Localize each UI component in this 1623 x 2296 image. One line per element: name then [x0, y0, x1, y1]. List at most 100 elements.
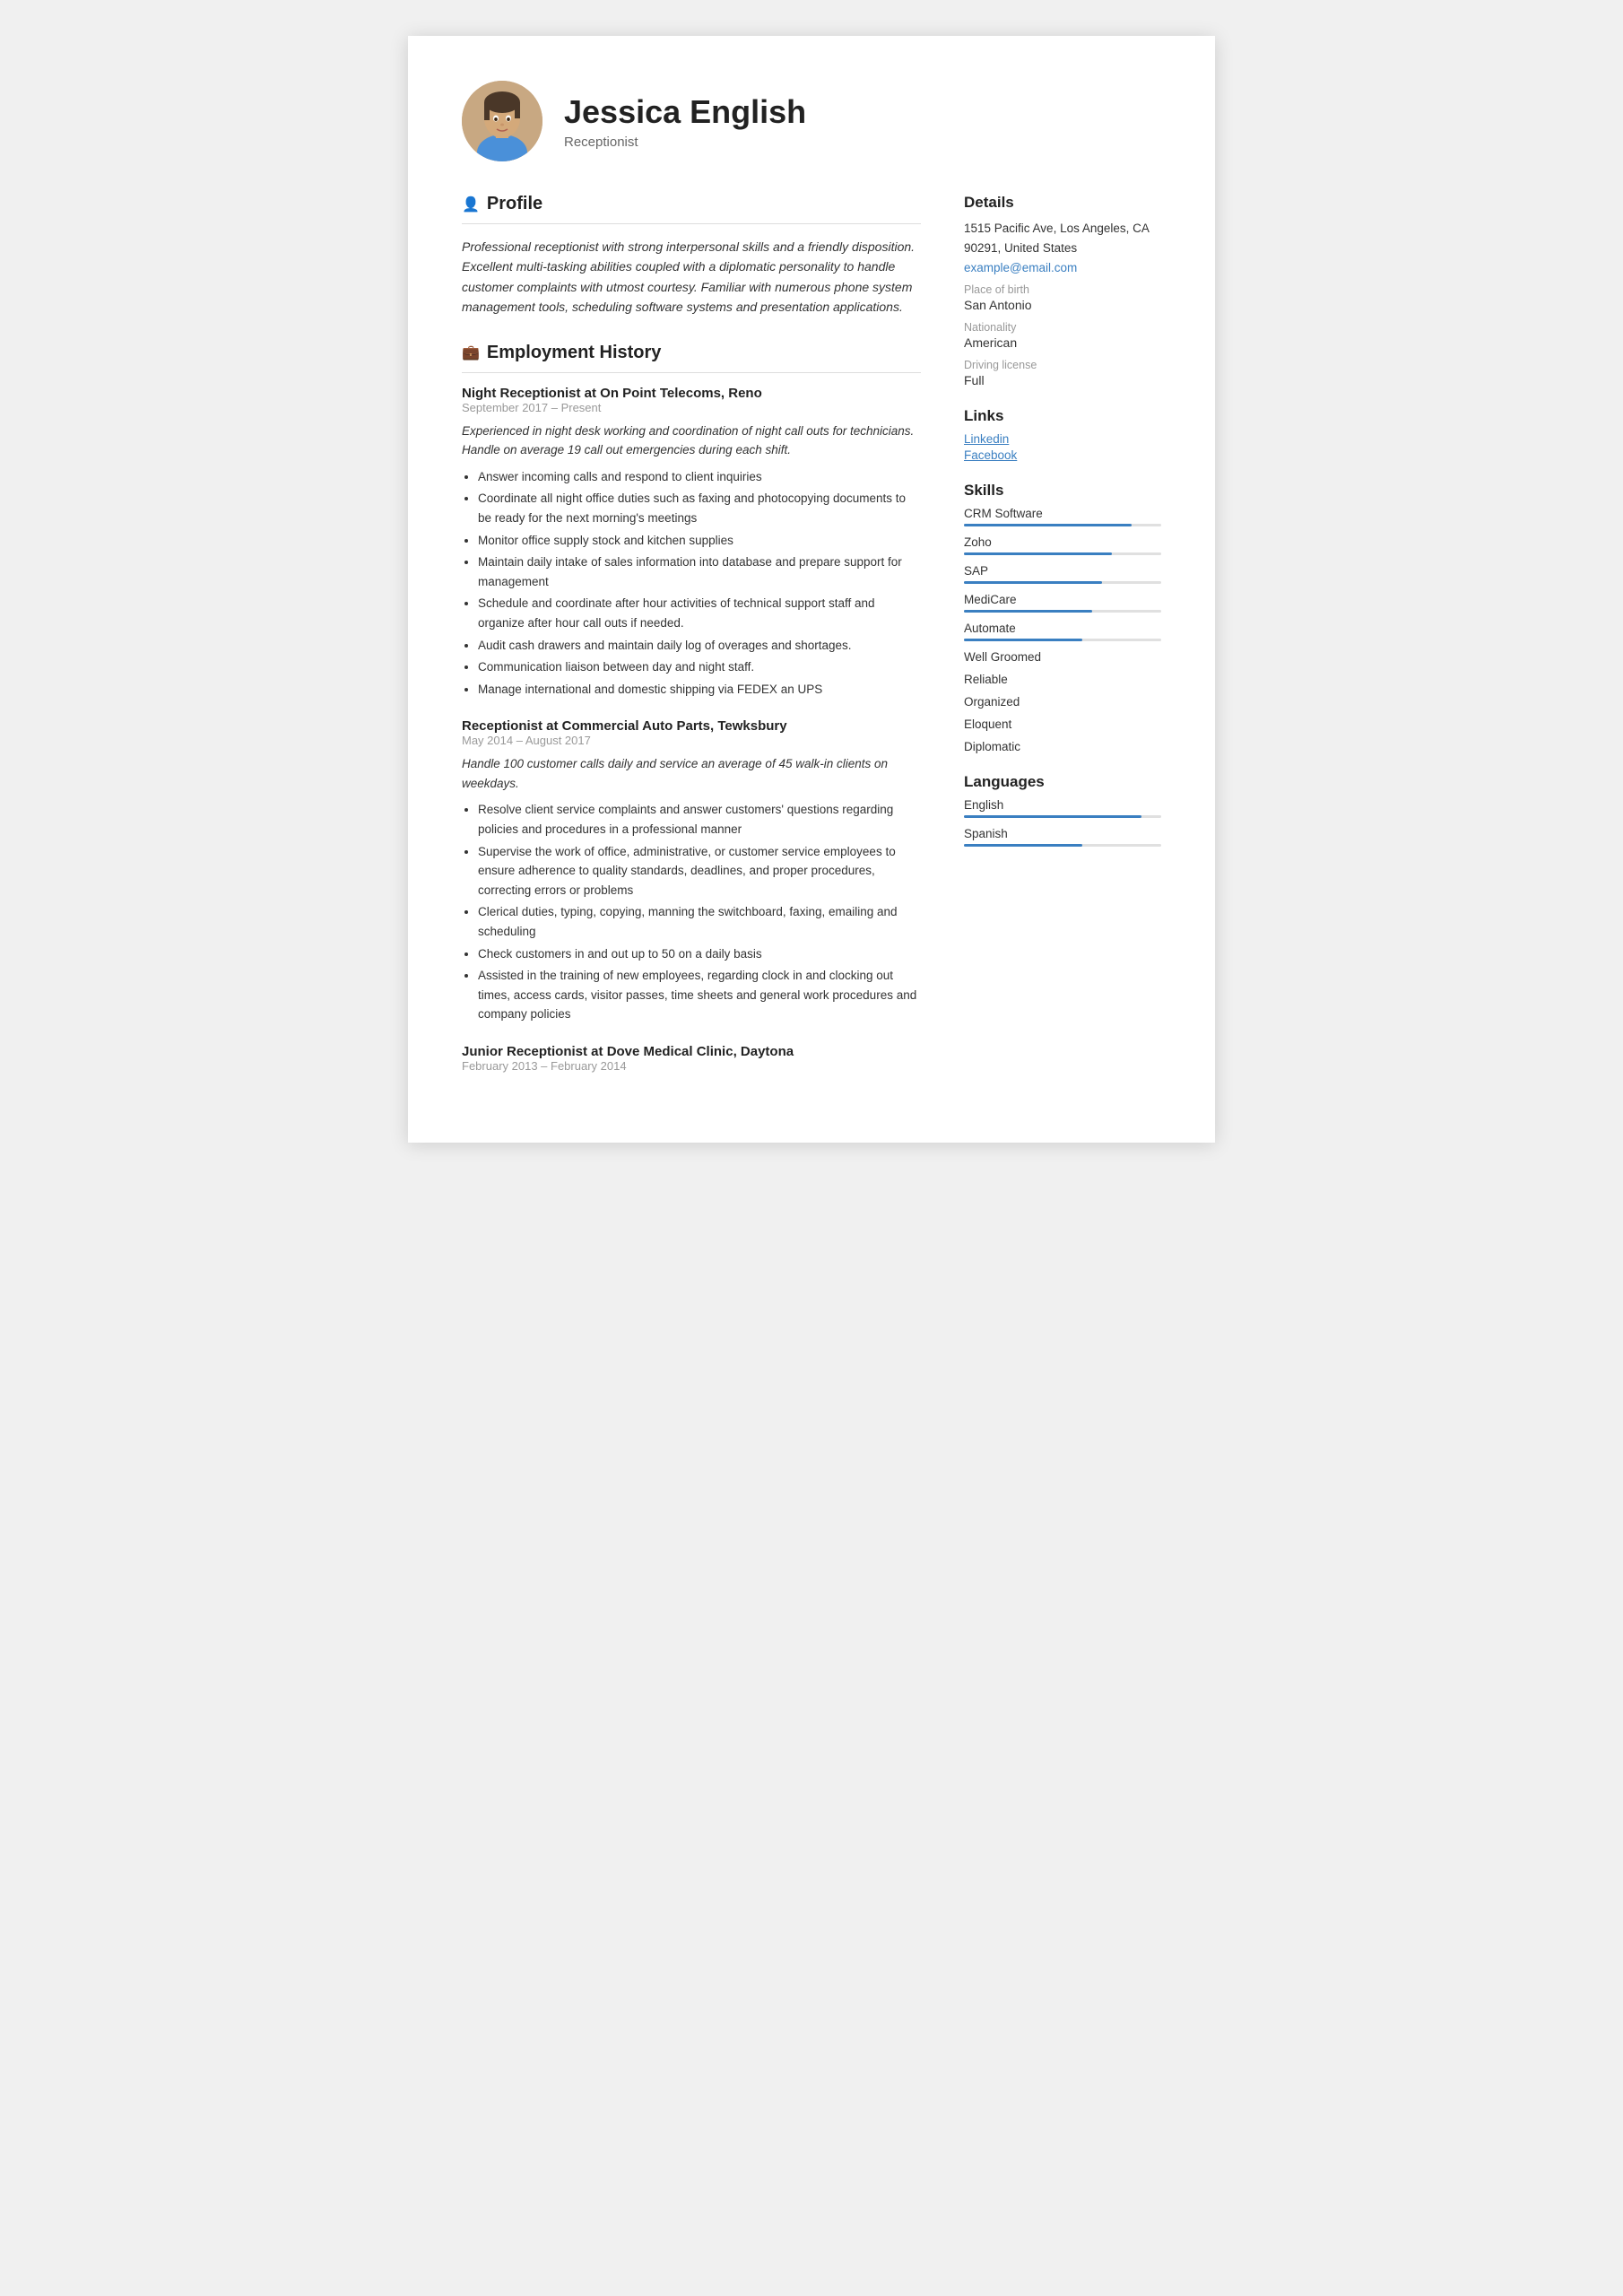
- place-of-birth-value: San Antonio: [964, 298, 1161, 312]
- job-dates: May 2014 – August 2017: [462, 734, 921, 747]
- languages-container: English Spanish: [964, 798, 1161, 847]
- skills-title: Skills: [964, 482, 1161, 500]
- right-column: Details 1515 Pacific Ave, Los Angeles, C…: [964, 194, 1161, 1098]
- job-bullet: Maintain daily intake of sales informati…: [478, 552, 921, 591]
- candidate-name: Jessica English: [564, 93, 1161, 131]
- header-info: Jessica English Receptionist: [564, 93, 1161, 150]
- employment-section: 💼 Employment History Night Receptionist …: [462, 343, 921, 1073]
- profile-title: 👤 Profile: [462, 194, 921, 214]
- employment-title: 💼 Employment History: [462, 343, 921, 363]
- job-bullet: Schedule and coordinate after hour activ…: [478, 594, 921, 632]
- skill-item: Zoho: [964, 535, 1161, 555]
- resume-container: Jessica English Receptionist 👤 Profile P…: [408, 36, 1215, 1143]
- profile-divider: [462, 223, 921, 224]
- job-bullet: Resolve client service complaints and an…: [478, 800, 921, 839]
- job-summary: Experienced in night desk working and co…: [462, 422, 921, 460]
- skill-item: Organized: [964, 695, 1161, 709]
- avatar: [462, 81, 542, 161]
- language-name: English: [964, 798, 1161, 812]
- place-of-birth-label: Place of birth: [964, 283, 1161, 296]
- skill-bar-bg: [964, 524, 1161, 526]
- skill-bar-bg: [964, 639, 1161, 641]
- job-bullet: Clerical duties, typing, copying, mannin…: [478, 902, 921, 941]
- profile-icon: 👤: [462, 196, 480, 213]
- languages-title: Languages: [964, 773, 1161, 791]
- skill-bar-fill: [964, 581, 1102, 584]
- header: Jessica English Receptionist: [462, 81, 1161, 161]
- job-bullet: Communication liaison between day and ni…: [478, 657, 921, 677]
- nationality-label: Nationality: [964, 321, 1161, 334]
- profile-text: Professional receptionist with strong in…: [462, 237, 921, 317]
- details-title: Details: [964, 194, 1161, 212]
- links-section: Links Linkedin Facebook: [964, 407, 1161, 462]
- driving-license-label: Driving license: [964, 359, 1161, 371]
- job-bullets: Resolve client service complaints and an…: [462, 800, 921, 1024]
- job-bullet: Monitor office supply stock and kitchen …: [478, 531, 921, 551]
- job-item: Receptionist at Commercial Auto Parts, T…: [462, 718, 921, 1024]
- left-column: 👤 Profile Professional receptionist with…: [462, 194, 921, 1098]
- skill-item: Eloquent: [964, 718, 1161, 731]
- skill-bar-fill: [964, 639, 1082, 641]
- job-bullet: Supervise the work of office, administra…: [478, 842, 921, 900]
- employment-divider: [462, 372, 921, 373]
- language-bar-bg: [964, 844, 1161, 847]
- skill-name: MediCare: [964, 593, 1161, 606]
- job-bullet: Manage international and domestic shippi…: [478, 680, 921, 700]
- skill-bar-fill: [964, 610, 1092, 613]
- driving-license-value: Full: [964, 373, 1161, 387]
- body: 👤 Profile Professional receptionist with…: [462, 194, 1161, 1098]
- skill-item: SAP: [964, 564, 1161, 584]
- skill-bar-bg: [964, 552, 1161, 555]
- candidate-title: Receptionist: [564, 135, 1161, 150]
- language-item: English: [964, 798, 1161, 818]
- jobs-container: Night Receptionist at On Point Telecoms,…: [462, 386, 921, 1073]
- skill-item: CRM Software: [964, 507, 1161, 526]
- skill-name: Zoho: [964, 535, 1161, 549]
- job-bullets: Answer incoming calls and respond to cli…: [462, 467, 921, 700]
- job-bullet: Check customers in and out up to 50 on a…: [478, 944, 921, 964]
- link-item[interactable]: Linkedin: [964, 432, 1161, 446]
- language-bar-bg: [964, 815, 1161, 818]
- language-bar-fill: [964, 844, 1082, 847]
- detail-email: example@email.com: [964, 261, 1161, 274]
- profile-section: 👤 Profile Professional receptionist with…: [462, 194, 921, 317]
- skill-item: Diplomatic: [964, 740, 1161, 753]
- skill-item: Automate: [964, 622, 1161, 641]
- link-item[interactable]: Facebook: [964, 448, 1161, 462]
- skill-item: Well Groomed: [964, 650, 1161, 664]
- language-name: Spanish: [964, 827, 1161, 840]
- skill-bar-fill: [964, 552, 1112, 555]
- detail-address: 1515 Pacific Ave, Los Angeles, CA 90291,…: [964, 219, 1161, 257]
- language-item: Spanish: [964, 827, 1161, 847]
- job-dates: February 2013 – February 2014: [462, 1059, 921, 1073]
- skill-name: Well Groomed: [964, 650, 1161, 664]
- job-title: Junior Receptionist at Dove Medical Clin…: [462, 1044, 921, 1059]
- skill-name: Reliable: [964, 673, 1161, 686]
- skills-section: Skills CRM Software Zoho SAP MediCare: [964, 482, 1161, 753]
- skill-name: Eloquent: [964, 718, 1161, 731]
- language-bar-fill: [964, 815, 1141, 818]
- job-bullet: Coordinate all night office duties such …: [478, 489, 921, 527]
- job-bullet: Assisted in the training of new employee…: [478, 966, 921, 1024]
- skill-name: CRM Software: [964, 507, 1161, 520]
- skill-name: SAP: [964, 564, 1161, 578]
- job-summary: Handle 100 customer calls daily and serv…: [462, 754, 921, 793]
- job-item: Night Receptionist at On Point Telecoms,…: [462, 386, 921, 700]
- employment-icon: 💼: [462, 344, 480, 361]
- links-title: Links: [964, 407, 1161, 425]
- details-section: Details 1515 Pacific Ave, Los Angeles, C…: [964, 194, 1161, 387]
- job-bullet: Audit cash drawers and maintain daily lo…: [478, 636, 921, 656]
- languages-section: Languages English Spanish: [964, 773, 1161, 847]
- skill-name: Organized: [964, 695, 1161, 709]
- skill-name: Diplomatic: [964, 740, 1161, 753]
- nationality-value: American: [964, 335, 1161, 350]
- skill-item: MediCare: [964, 593, 1161, 613]
- links-container: Linkedin Facebook: [964, 432, 1161, 462]
- job-title: Night Receptionist at On Point Telecoms,…: [462, 386, 921, 401]
- job-title: Receptionist at Commercial Auto Parts, T…: [462, 718, 921, 734]
- job-item: Junior Receptionist at Dove Medical Clin…: [462, 1044, 921, 1073]
- skill-item: Reliable: [964, 673, 1161, 686]
- skills-container: CRM Software Zoho SAP MediCare Automate: [964, 507, 1161, 753]
- job-bullet: Answer incoming calls and respond to cli…: [478, 467, 921, 487]
- skill-bar-bg: [964, 581, 1161, 584]
